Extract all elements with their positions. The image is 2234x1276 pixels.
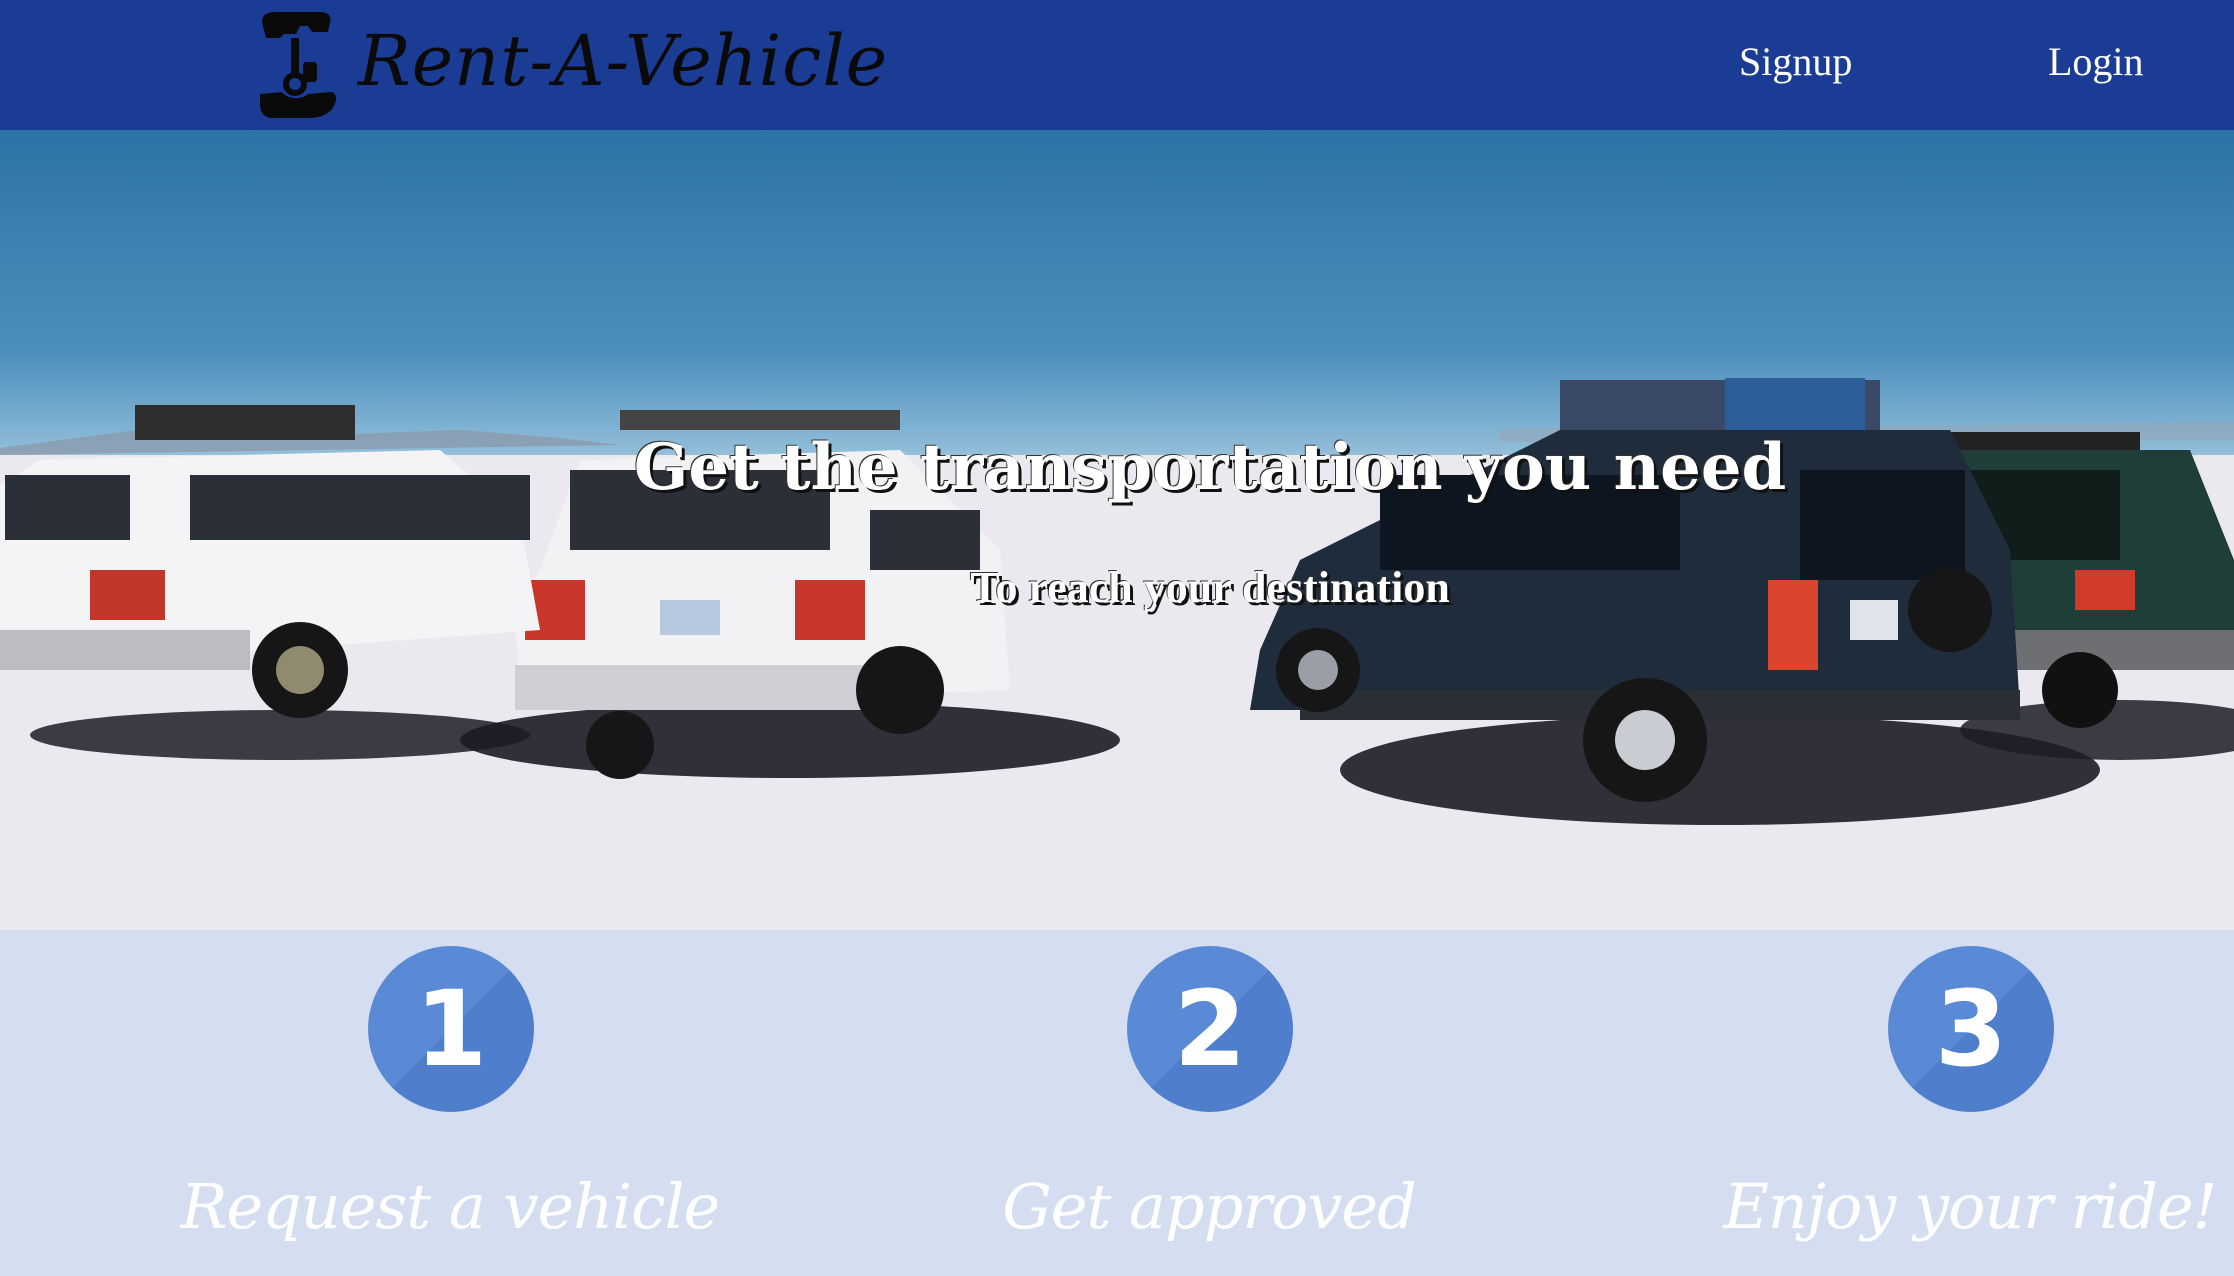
step-2-label: Get approved xyxy=(1002,1170,1417,1243)
step-1: 1 Request a vehicle xyxy=(170,930,730,1276)
step-2-number: 2 xyxy=(1173,968,1247,1090)
signup-link[interactable]: Signup xyxy=(1739,38,1852,85)
step-3: 3 Enjoy your ride! xyxy=(1690,930,2234,1276)
step-2-badge: 2 xyxy=(1127,946,1293,1112)
step-3-label: Enjoy your ride! xyxy=(1723,1170,2218,1243)
top-navbar: Rent-A-Vehicle Signup Login xyxy=(0,0,2234,130)
step-2: 2 Get approved xyxy=(929,930,1489,1276)
step-1-badge: 1 xyxy=(368,946,534,1112)
step-1-label: Request a vehicle xyxy=(180,1170,721,1243)
hero-subtitle: To reach your destination xyxy=(970,563,1450,612)
step-3-badge: 3 xyxy=(1888,946,2054,1112)
step-3-number: 3 xyxy=(1934,968,2008,1090)
brand-link[interactable]: Rent-A-Vehicle xyxy=(258,0,888,130)
key-hand-icon xyxy=(260,11,337,118)
hero-background-image xyxy=(0,378,2234,930)
hero-banner: Get the transportation you need To reach… xyxy=(0,130,2234,930)
step-1-number: 1 xyxy=(414,968,488,1090)
login-link[interactable]: Login xyxy=(2048,38,2144,85)
how-it-works-steps: 1 Request a vehicle 2 Get approved 3 Enj… xyxy=(0,930,2234,1276)
hero-title: Get the transportation you need xyxy=(633,430,1787,505)
brand-name: Rent-A-Vehicle xyxy=(358,20,889,102)
